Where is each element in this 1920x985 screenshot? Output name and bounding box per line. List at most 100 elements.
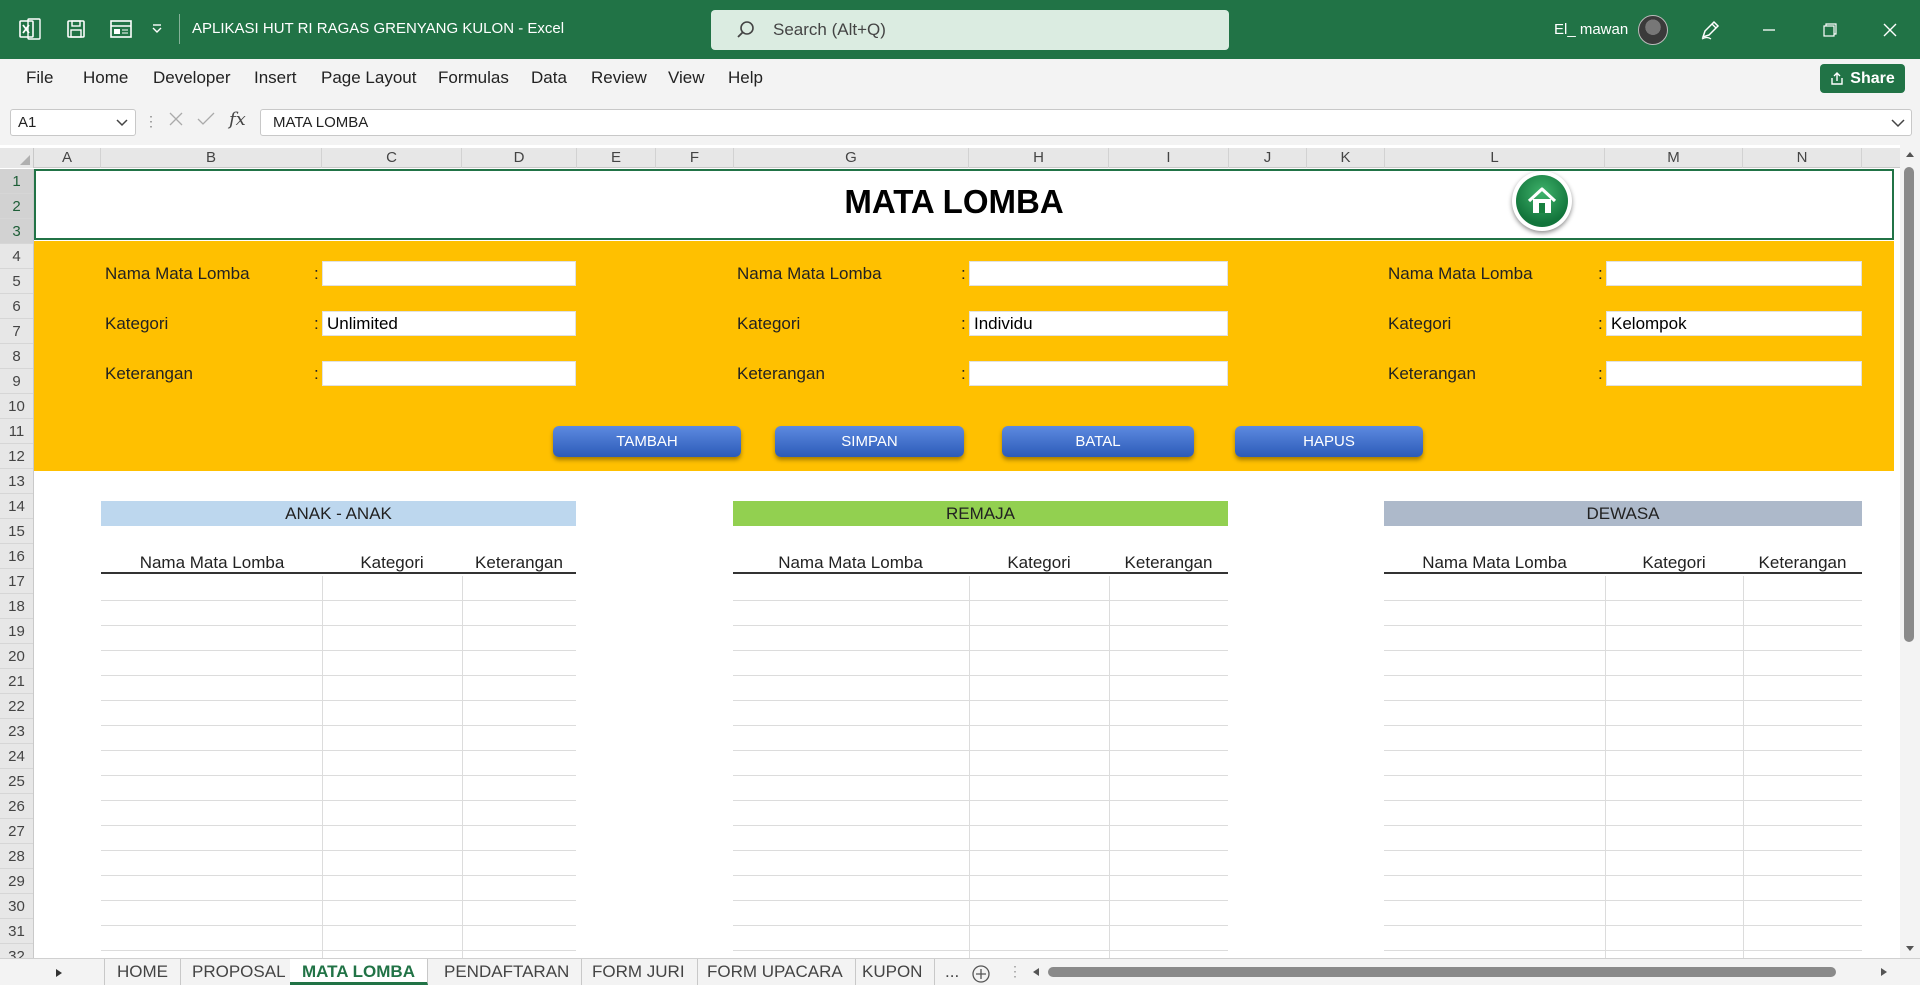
- table-row[interactable]: [1384, 801, 1862, 826]
- form-view-icon[interactable]: [108, 16, 134, 42]
- row-header-19[interactable]: 19: [0, 619, 33, 644]
- excel-logo-icon[interactable]: [17, 16, 43, 42]
- table-row[interactable]: [1384, 851, 1862, 876]
- scroll-up-icon[interactable]: [1905, 150, 1915, 158]
- batal-button[interactable]: BATAL: [1002, 426, 1194, 457]
- more-dots-icon[interactable]: ⋮: [144, 113, 158, 130]
- tab-pendaftaran[interactable]: PENDAFTARAN: [432, 959, 583, 985]
- table-row[interactable]: [101, 876, 576, 901]
- row-header-13[interactable]: 13: [0, 469, 33, 494]
- name-box[interactable]: A1: [10, 109, 136, 136]
- row-header-5[interactable]: 5: [0, 269, 33, 294]
- form2-category-input[interactable]: Individu: [969, 311, 1228, 336]
- row-header-20[interactable]: 20: [0, 644, 33, 669]
- row-header-29[interactable]: 29: [0, 869, 33, 894]
- table-row[interactable]: [733, 576, 1228, 601]
- add-sheet-icon[interactable]: [971, 964, 991, 984]
- column-header-f[interactable]: F: [656, 148, 734, 168]
- row-header-11[interactable]: 11: [0, 419, 33, 444]
- hapus-button[interactable]: HAPUS: [1235, 426, 1423, 457]
- column-header-l[interactable]: L: [1385, 148, 1605, 168]
- table-row[interactable]: [101, 726, 576, 751]
- row-header-4[interactable]: 4: [0, 244, 33, 269]
- column-header-j[interactable]: J: [1229, 148, 1307, 168]
- table-row[interactable]: [101, 576, 576, 601]
- menu-page-layout[interactable]: Page Layout: [321, 68, 416, 88]
- table-row[interactable]: [1384, 626, 1862, 651]
- tab-form-upacara[interactable]: FORM UPACARA: [695, 959, 856, 985]
- form3-category-input[interactable]: Kelompok: [1606, 311, 1862, 336]
- tab-scroll-right-icon[interactable]: [55, 968, 63, 978]
- vertical-scroll-thumb[interactable]: [1904, 167, 1914, 642]
- menu-formulas[interactable]: Formulas: [438, 68, 509, 88]
- table-row[interactable]: [1384, 601, 1862, 626]
- table-row[interactable]: [733, 726, 1228, 751]
- table-row[interactable]: [101, 826, 576, 851]
- confirm-entry-icon[interactable]: [197, 111, 215, 132]
- column-header-g[interactable]: G: [734, 148, 969, 168]
- table-row[interactable]: [733, 751, 1228, 776]
- horizontal-scroll-thumb[interactable]: [1048, 967, 1836, 977]
- column-header-k[interactable]: K: [1307, 148, 1385, 168]
- row-header-15[interactable]: 15: [0, 519, 33, 544]
- form1-category-input[interactable]: Unlimited: [322, 311, 576, 336]
- worksheet[interactable]: A B C D E F G H I J K L M N 1 2 3 4 5 6 7 8 9 10 1…: [0, 145, 1920, 958]
- menu-insert[interactable]: Insert: [254, 68, 297, 88]
- tab-more[interactable]: ...: [933, 959, 971, 985]
- user-name[interactable]: El_ mawan: [1554, 21, 1628, 38]
- column-header-h[interactable]: H: [969, 148, 1109, 168]
- table-row[interactable]: [1384, 676, 1862, 701]
- table-row[interactable]: [1384, 701, 1862, 726]
- row-header-17[interactable]: 17: [0, 569, 33, 594]
- search-box[interactable]: Search (Alt+Q): [711, 10, 1229, 50]
- row-header-25[interactable]: 25: [0, 769, 33, 794]
- tab-home[interactable]: HOME: [104, 959, 181, 985]
- column-header-n[interactable]: N: [1743, 148, 1862, 168]
- column-header-d[interactable]: D: [462, 148, 577, 168]
- menu-review[interactable]: Review: [591, 68, 647, 88]
- customize-quick-access-icon[interactable]: [144, 16, 170, 42]
- row-header-7[interactable]: 7: [0, 319, 33, 344]
- tab-mata-lomba[interactable]: MATA LOMBA: [290, 959, 428, 985]
- table-row[interactable]: [101, 901, 576, 926]
- formula-input[interactable]: MATA LOMBA: [260, 109, 1912, 136]
- row-header-30[interactable]: 30: [0, 894, 33, 919]
- menu-help[interactable]: Help: [728, 68, 763, 88]
- table-row[interactable]: [733, 826, 1228, 851]
- menu-view[interactable]: View: [668, 68, 705, 88]
- hscroll-left-icon[interactable]: [1032, 967, 1040, 977]
- simpan-button[interactable]: SIMPAN: [775, 426, 964, 457]
- table-row[interactable]: [733, 776, 1228, 801]
- cancel-entry-icon[interactable]: [168, 111, 184, 132]
- minimize-icon[interactable]: [1751, 12, 1787, 48]
- form1-note-input[interactable]: [322, 361, 576, 386]
- hscroll-right-icon[interactable]: [1880, 967, 1888, 977]
- table-row[interactable]: [733, 676, 1228, 701]
- row-header-18[interactable]: 18: [0, 594, 33, 619]
- row-header-32[interactable]: 32: [0, 944, 33, 958]
- column-header-i[interactable]: I: [1109, 148, 1229, 168]
- table-row[interactable]: [101, 776, 576, 801]
- table-row[interactable]: [101, 626, 576, 651]
- table-row[interactable]: [1384, 876, 1862, 901]
- table-row[interactable]: [733, 626, 1228, 651]
- table-row[interactable]: [733, 876, 1228, 901]
- table-row[interactable]: [1384, 826, 1862, 851]
- menu-home[interactable]: Home: [83, 68, 128, 88]
- table-row[interactable]: [101, 801, 576, 826]
- table-row[interactable]: [101, 751, 576, 776]
- table-row[interactable]: [1384, 576, 1862, 601]
- column-header-c[interactable]: C: [322, 148, 462, 168]
- table-row[interactable]: [101, 851, 576, 876]
- row-header-24[interactable]: 24: [0, 744, 33, 769]
- row-header-3[interactable]: 3: [0, 219, 33, 244]
- row-header-28[interactable]: 28: [0, 844, 33, 869]
- column-header-m[interactable]: M: [1605, 148, 1743, 168]
- row-header-14[interactable]: 14: [0, 494, 33, 519]
- tab-proposal[interactable]: PROPOSAL: [180, 959, 299, 985]
- menu-file[interactable]: File: [26, 68, 53, 88]
- table-row[interactable]: [733, 801, 1228, 826]
- column-header-e[interactable]: E: [577, 148, 656, 168]
- save-icon[interactable]: [63, 16, 89, 42]
- table-row[interactable]: [101, 701, 576, 726]
